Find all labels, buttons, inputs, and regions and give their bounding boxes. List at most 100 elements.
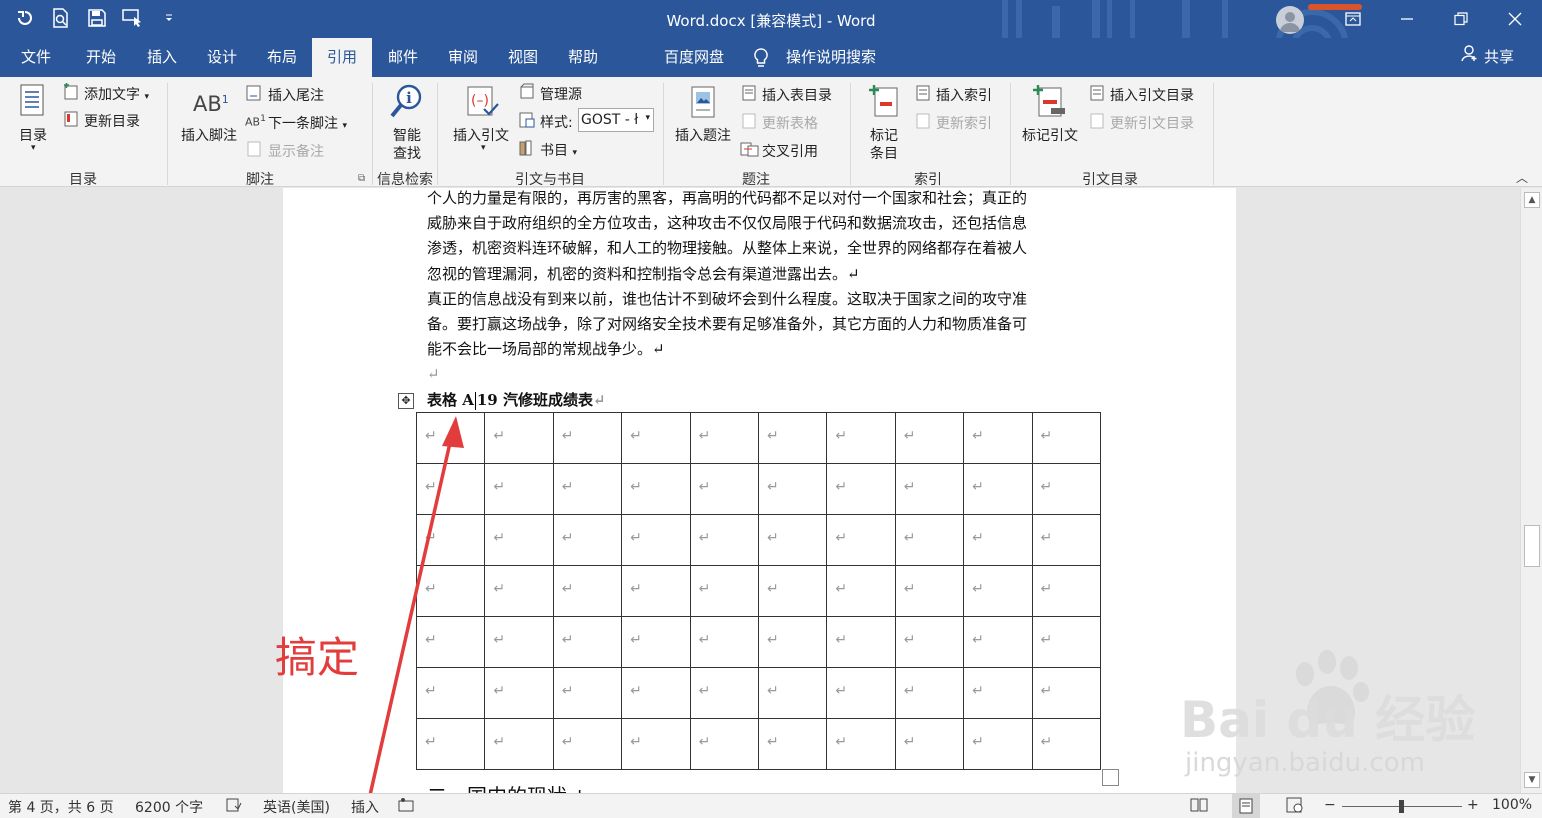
- table-cell[interactable]: ↵: [484, 412, 554, 464]
- table-cell[interactable]: ↵: [1031, 718, 1101, 770]
- insert-citation-icon[interactable]: (–): [466, 85, 500, 125]
- web-layout-icon[interactable]: [1286, 797, 1304, 817]
- tab-help[interactable]: 帮助: [566, 38, 600, 77]
- insert-caption-icon[interactable]: [689, 85, 719, 125]
- table-cell[interactable]: ↵: [963, 565, 1033, 617]
- table-cell[interactable]: ↵: [689, 616, 759, 668]
- tab-design[interactable]: 设计: [205, 38, 239, 77]
- table-cell[interactable]: ↵: [484, 667, 554, 719]
- mark-entry-icon[interactable]: [867, 82, 903, 124]
- bibliography-button[interactable]: 书目 ▾: [540, 140, 577, 160]
- tab-mailings[interactable]: 邮件: [386, 38, 420, 77]
- table-cell[interactable]: ↵: [1031, 412, 1101, 464]
- table-cell[interactable]: ↵: [552, 565, 623, 617]
- table-cell[interactable]: ↵: [621, 514, 691, 566]
- scroll-down-icon[interactable]: ▼: [1524, 772, 1540, 788]
- table-cell[interactable]: ↵: [552, 718, 623, 770]
- tab-home[interactable]: 开始: [84, 38, 118, 77]
- restore-icon[interactable]: [1434, 0, 1488, 38]
- table-cell[interactable]: ↵: [963, 718, 1033, 770]
- read-mode-icon[interactable]: [1190, 797, 1208, 817]
- table-cell[interactable]: ↵: [826, 667, 896, 719]
- macro-record-icon[interactable]: [398, 797, 416, 817]
- mark-citation-button[interactable]: 标记引文: [1022, 125, 1078, 145]
- table-cell[interactable]: ↵: [552, 514, 623, 566]
- zoom-out-button[interactable]: −: [1324, 797, 1336, 813]
- language[interactable]: 英语(美国): [263, 797, 330, 817]
- table-cell[interactable]: ↵: [689, 463, 759, 515]
- close-icon[interactable]: [1488, 0, 1542, 38]
- zoom-level[interactable]: 100%: [1492, 797, 1532, 813]
- smart-lookup-button[interactable]: 智能: [393, 125, 421, 145]
- table-cell[interactable]: ↵: [621, 718, 691, 770]
- tab-insert[interactable]: 插入: [145, 38, 179, 77]
- table-cell[interactable]: ↵: [894, 514, 965, 566]
- insert-citation-button[interactable]: 插入引文: [453, 125, 509, 145]
- table-cell[interactable]: ↵: [757, 718, 828, 770]
- table-resize-handle[interactable]: [1102, 769, 1119, 786]
- table-cell[interactable]: ↵: [1031, 514, 1101, 566]
- table-cell[interactable]: ↵: [894, 667, 965, 719]
- citation-style-select[interactable]: GOST - ł ▾: [578, 108, 654, 132]
- word-count[interactable]: 6200 个字: [135, 797, 203, 817]
- table-cell[interactable]: ↵: [894, 463, 965, 515]
- table-cell[interactable]: ↵: [757, 667, 828, 719]
- tab-references[interactable]: 引用: [312, 38, 372, 78]
- table-cell[interactable]: ↵: [484, 616, 554, 668]
- manage-sources-button[interactable]: 管理源: [540, 84, 582, 104]
- table-cell[interactable]: ↵: [484, 463, 554, 515]
- table-cell[interactable]: ↵: [826, 718, 896, 770]
- page-count[interactable]: 第 4 页，共 6 页: [8, 797, 114, 817]
- table-cell[interactable]: ↵: [757, 412, 828, 464]
- mark-entry-button[interactable]: 标记: [870, 125, 898, 145]
- table-cell[interactable]: ↵: [757, 514, 828, 566]
- ribbon-display-options-icon[interactable]: [1326, 0, 1380, 38]
- zoom-in-button[interactable]: +: [1467, 797, 1479, 813]
- tab-file[interactable]: 文件: [19, 38, 53, 77]
- scroll-thumb[interactable]: [1524, 525, 1540, 567]
- table-cell[interactable]: ↵: [963, 463, 1033, 515]
- table-cell[interactable]: ↵: [552, 412, 623, 464]
- table-cell[interactable]: ↵: [894, 412, 965, 464]
- table-cell[interactable]: ↵: [689, 412, 759, 464]
- table-cell[interactable]: ↵: [1031, 616, 1101, 668]
- table-cell[interactable]: ↵: [894, 616, 965, 668]
- insert-citation-dropdown-icon[interactable]: ▾: [481, 143, 486, 153]
- table-cell[interactable]: ↵: [757, 616, 828, 668]
- grade-table[interactable]: ↵ ↵ ↵ ↵ ↵ ↵ ↵ ↵ ↵ ↵ ↵ ↵ ↵ ↵ ↵ ↵ ↵ ↵ ↵ ↵ ↵ ↵ ↵ ↵ ↵ ↵ ↵ ↵ ↵ ↵ ↵ ↵ ↵ ↵ ↵ ↵ ↵ ↵ ↵ ↵…: [415, 412, 1101, 770]
- insert-footnote-icon[interactable]: AB1: [193, 92, 229, 116]
- paragraph[interactable]: 个人的力量是有限的，再厉害的黑客，再高明的代码都不足以对付一个国家和社会；真正的…: [427, 188, 1097, 388]
- table-cell[interactable]: ↵: [621, 463, 691, 515]
- toc-dropdown-icon[interactable]: ▾: [31, 143, 36, 153]
- table-cell[interactable]: ↵: [552, 463, 623, 515]
- tab-baidu-netdisk[interactable]: 百度网盘: [662, 38, 726, 77]
- toc-icon[interactable]: [18, 83, 48, 125]
- table-cell[interactable]: ↵: [963, 514, 1033, 566]
- table-cell[interactable]: ↵: [826, 463, 896, 515]
- scroll-up-icon[interactable]: ▲: [1524, 192, 1540, 208]
- table-cell[interactable]: ↵: [894, 718, 965, 770]
- insert-footnote-button[interactable]: 插入脚注: [181, 125, 237, 145]
- table-cell[interactable]: ↵: [826, 412, 896, 464]
- mark-citation-icon[interactable]: [1031, 82, 1069, 124]
- table-cell[interactable]: ↵: [552, 667, 623, 719]
- table-cell[interactable]: ↵: [826, 616, 896, 668]
- zoom-slider-thumb[interactable]: [1399, 800, 1404, 813]
- insert-index-button[interactable]: 插入索引: [936, 85, 992, 105]
- smart-lookup-icon[interactable]: i: [389, 83, 425, 123]
- table-cell[interactable]: ↵: [689, 565, 759, 617]
- insert-endnote-button[interactable]: 插入尾注: [268, 85, 324, 105]
- print-layout-icon[interactable]: [1232, 794, 1260, 818]
- table-cell[interactable]: ↵: [621, 616, 691, 668]
- table-cell[interactable]: ↵: [484, 514, 554, 566]
- insert-table-of-figures-button[interactable]: 插入表目录: [762, 85, 832, 105]
- add-text-button[interactable]: 添加文字 ▾: [84, 84, 149, 104]
- table-cell[interactable]: ↵: [689, 514, 759, 566]
- table-cell[interactable]: ↵: [963, 412, 1033, 464]
- table-cell[interactable]: ↵: [689, 667, 759, 719]
- collapse-ribbon-icon[interactable]: ︿: [1516, 169, 1528, 186]
- tab-layout[interactable]: 布局: [265, 38, 299, 77]
- table-cell[interactable]: ↵: [1031, 463, 1101, 515]
- table-cell[interactable]: ↵: [689, 718, 759, 770]
- table-cell[interactable]: ↵: [552, 616, 623, 668]
